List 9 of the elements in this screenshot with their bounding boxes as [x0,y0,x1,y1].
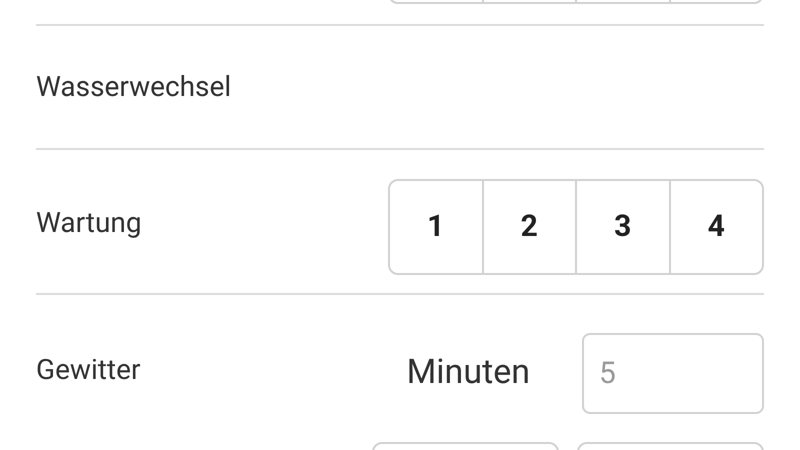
number-segment[interactable]: 2 [482,180,575,272]
unit-label: Minuten [406,350,530,394]
number-segment[interactable]: 1 [390,180,482,272]
setting-label: Wartung [36,205,142,241]
minutes-field[interactable]: 5 [582,332,764,414]
number-segment[interactable]: 4 [668,180,762,272]
number-segment[interactable]: 3 [575,180,668,272]
setting-label: Wasserwechsel [36,69,232,105]
setting-label: Gewitter [36,352,140,388]
